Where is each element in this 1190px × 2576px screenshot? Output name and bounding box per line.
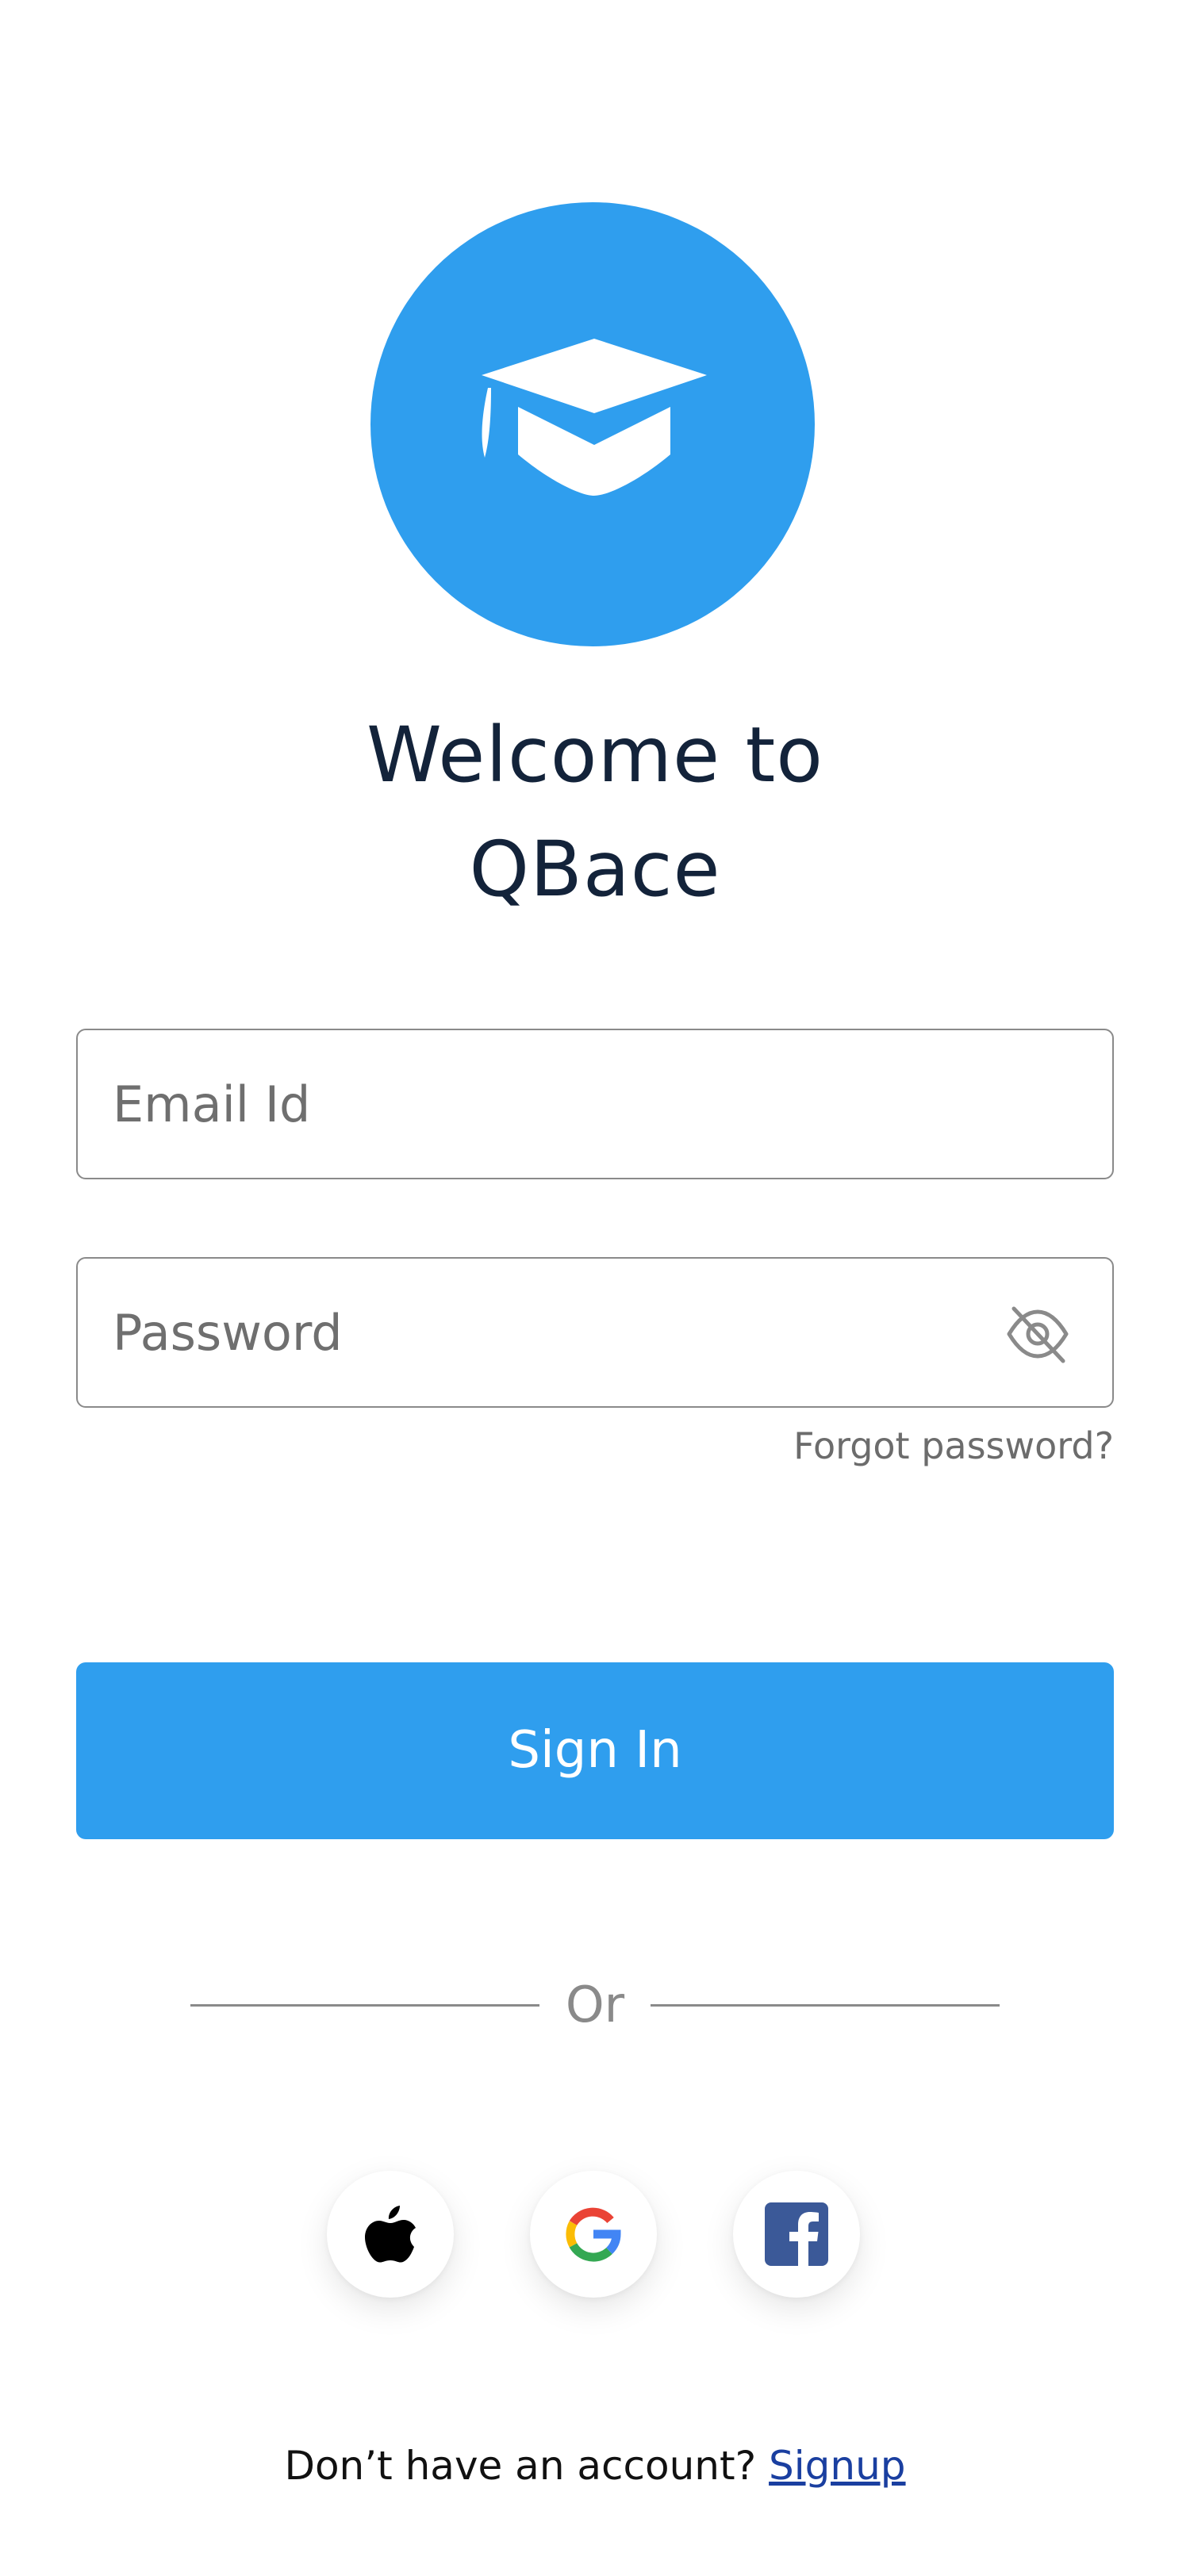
title-line-1: Welcome to: [366, 711, 823, 799]
divider-label: Or: [565, 1976, 625, 2034]
app-logo: [370, 202, 815, 646]
facebook-icon: [765, 2202, 828, 2266]
signup-prompt: Don’t have an account? Signup: [0, 2443, 1190, 2489]
facebook-signin-button[interactable]: [733, 2171, 860, 2298]
title-line-2: QBace: [469, 825, 721, 914]
sign-in-button[interactable]: Sign In: [76, 1662, 1114, 1839]
password-field[interactable]: [76, 1257, 1114, 1408]
email-field[interactable]: [76, 1029, 1114, 1179]
forgot-password-link[interactable]: Forgot password?: [793, 1424, 1114, 1467]
divider-line-left: [190, 2004, 539, 2007]
eye-off-icon[interactable]: [1004, 1301, 1071, 1367]
apple-icon: [365, 2206, 416, 2263]
signup-prompt-text: Don’t have an account?: [284, 2443, 757, 2489]
page-title: Welcome to QBace: [0, 698, 1190, 926]
signup-link[interactable]: Signup: [769, 2443, 906, 2489]
graduation-cap-icon: [482, 339, 707, 496]
divider-line-right: [651, 2004, 1000, 2007]
email-input[interactable]: [113, 1030, 1025, 1178]
apple-signin-button[interactable]: [327, 2171, 454, 2298]
password-input[interactable]: [113, 1259, 1025, 1406]
google-icon: [566, 2207, 621, 2262]
google-signin-button[interactable]: [530, 2171, 657, 2298]
